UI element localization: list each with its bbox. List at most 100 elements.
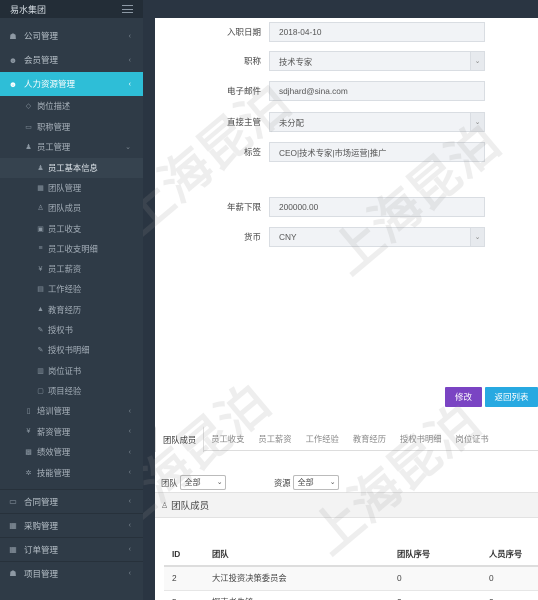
sidebar-sub-salary[interactable]: ¥ 薪资管理 ‹ — [0, 422, 143, 443]
list-icon: ≡ — [38, 245, 43, 253]
cart-icon: ▦ — [9, 545, 17, 555]
title-select[interactable]: 技术专家 ⌄ — [269, 51, 485, 71]
sidebar-authorization-detail[interactable]: ✎ 授权书明细 — [0, 340, 143, 360]
sidebar-item-label: 人力资源管理 — [24, 79, 76, 89]
back-to-list-button[interactable]: 返回列表 — [485, 387, 538, 407]
main-content: 入职日期 2018-04-10 职称 技术专家 ⌄ 电子邮件 sdjhard@si… — [143, 0, 538, 600]
title-row: 职称 技术专家 ⌄ — [155, 51, 538, 71]
sidebar-education[interactable]: ▲ 教育经历 — [0, 300, 143, 320]
tags-label: 标签 — [243, 147, 261, 157]
menu-toggle-icon[interactable] — [122, 5, 133, 13]
sidebar-sub-title[interactable]: ▭ 职称管理 — [0, 117, 143, 138]
resource-filter: 资源 全部 ⌄ — [274, 475, 339, 490]
tab-work-experience[interactable]: 工作经验 — [299, 426, 346, 451]
currency-row: 货币 CNY ⌄ — [155, 227, 538, 247]
users-icon: ☻ — [8, 55, 18, 65]
sidebar-item-contracts[interactable]: ▭ 合同管理 ‹ — [0, 489, 143, 513]
cell-id: 2 — [164, 565, 204, 590]
cog-icon: ✲ — [25, 469, 32, 477]
sidebar-item-label: 技能管理 — [37, 467, 71, 478]
sidebar-employee-basic[interactable]: ♟ 员工基本信息 — [0, 157, 143, 178]
sidebar-item-label: 会员管理 — [24, 55, 59, 65]
sidebar-employee-salary[interactable]: ¥ 员工薪资 — [0, 259, 143, 279]
chevron-left-icon: ‹ — [128, 498, 131, 506]
tab-authorization-detail[interactable]: 授权书明细 — [393, 426, 449, 451]
salary-floor-field[interactable]: 200000.00 — [269, 197, 485, 217]
cell-team-seq: 2 — [389, 589, 481, 600]
sidebar-team-members[interactable]: ♙ 团队成员 — [0, 198, 143, 218]
tab-team-members[interactable]: 团队成员 — [155, 426, 205, 452]
sidebar-item-label: 员工管理 — [37, 142, 71, 153]
folder-icon: ☗ — [9, 569, 17, 579]
supervisor-label: 直接主管 — [226, 117, 261, 127]
graduation-icon: ▲ — [37, 306, 44, 314]
column-header-member-seq[interactable]: 人员序号 — [481, 542, 538, 567]
file-icon: ▭ — [9, 497, 17, 507]
team-filter-label: 团队 — [161, 477, 178, 488]
sitemap-icon: ☗ — [9, 31, 17, 41]
resource-filter-label: 资源 — [274, 477, 291, 488]
column-header-team-seq[interactable]: 团队序号 — [389, 542, 481, 567]
brand-title: 易水集团 — [10, 4, 47, 15]
column-header-team[interactable]: 团队 — [204, 542, 389, 567]
sidebar-item-label: 员工收支明细 — [48, 243, 98, 254]
sidebar-position-cert[interactable]: ▥ 岗位证书 — [0, 360, 143, 380]
tab-position-cert[interactable]: 岗位证书 — [449, 426, 496, 451]
chevron-left-icon: ‹ — [128, 448, 131, 456]
currency-select-value: CNY — [279, 232, 297, 242]
sidebar-item-company[interactable]: ☗ 公司管理 ‹ — [0, 24, 143, 48]
chevron-left-icon: ‹ — [128, 546, 131, 554]
sidebar-item-projects[interactable]: ☗ 项目管理 ‹ — [0, 561, 143, 585]
tags-field[interactable]: CEO|技术专家|市场运营|推广 — [269, 142, 485, 162]
sidebar-item-hr[interactable]: ☻ 人力资源管理 ‹ — [0, 72, 143, 96]
table-row[interactable]: 5 探索者先锋 2 2 — [164, 589, 538, 600]
person-icon: ♙ — [37, 205, 44, 213]
sidebar-authorization[interactable]: ✎ 授权书 — [0, 320, 143, 340]
hire-date-label: 入职日期 — [226, 27, 261, 37]
sidebar-sub-employee[interactable]: ♟ 员工管理 ⌄ — [0, 137, 143, 158]
chevron-left-icon: ‹ — [128, 407, 131, 415]
sidebar-sub-skills[interactable]: ✲ 技能管理 ‹ — [0, 463, 143, 484]
sidebar-item-label: 员工收支 — [48, 223, 82, 234]
sidebar-item-orders[interactable]: ▦ 订单管理 ‹ — [0, 537, 143, 561]
cell-member-seq: 2 — [481, 589, 538, 600]
chart-icon: ▩ — [25, 449, 32, 457]
sidebar-work-experience[interactable]: ▤ 工作经验 — [0, 279, 143, 299]
resource-filter-value: 全部 — [297, 478, 314, 487]
section-title: 团队成员 — [171, 501, 210, 512]
column-header-id[interactable]: ID — [164, 542, 204, 567]
cart-icon: ▦ — [9, 521, 17, 531]
edit-button[interactable]: 修改 — [445, 387, 482, 407]
sidebar-item-purchasing[interactable]: ▦ 采购管理 ‹ — [0, 513, 143, 537]
sidebar-sub-training[interactable]: ▯ 培训管理 ‹ — [0, 401, 143, 422]
sidebar-sub-position[interactable]: ◇ 岗位描述 — [0, 96, 143, 117]
chevron-left-icon: ‹ — [128, 570, 131, 578]
user-icon: ♙ — [161, 500, 169, 510]
sidebar-employee-finance-detail[interactable]: ≡ 员工收支明细 — [0, 239, 143, 259]
team-filter-select[interactable]: 全部 ⌄ — [179, 475, 226, 490]
sidebar-project-experience[interactable]: ▢ 项目经验 — [0, 381, 143, 401]
sidebar-team-manage[interactable]: ▦ 团队管理 — [0, 178, 143, 198]
sidebar-item-label: 员工薪资 — [48, 264, 82, 275]
resource-filter-select[interactable]: 全部 ⌄ — [292, 475, 339, 490]
supervisor-select[interactable]: 未分配 ⌄ — [269, 112, 485, 132]
tab-education[interactable]: 教育经历 — [346, 426, 393, 451]
table-header-row: ID 团队 团队序号 人员序号 — [164, 542, 538, 567]
sidebar-item-label: 职称管理 — [37, 121, 71, 132]
sidebar-sub-performance[interactable]: ▩ 绩效管理 ‹ — [0, 442, 143, 463]
table-row[interactable]: 2 大江投资决策委员会 0 0 — [164, 565, 538, 590]
tab-employee-salary[interactable]: 员工薪资 — [251, 426, 298, 451]
hire-date-field[interactable]: 2018-04-10 — [269, 22, 485, 42]
salary-floor-label: 年薪下限 — [226, 202, 261, 212]
money-icon: ¥ — [26, 428, 31, 436]
tags-row: 标签 CEO|技术专家|市场运营|推广 — [155, 142, 538, 162]
currency-label: 货币 — [243, 232, 261, 242]
sidebar-item-members[interactable]: ☻ 会员管理 ‹ — [0, 48, 143, 72]
currency-select[interactable]: CNY ⌄ — [269, 227, 485, 247]
sidebar-employee-finance[interactable]: ▣ 员工收支 — [0, 218, 143, 238]
user-icon: ♟ — [37, 164, 44, 172]
tab-employee-finance[interactable]: 员工收支 — [204, 426, 251, 451]
cell-id: 5 — [164, 589, 204, 600]
chevron-left-icon: ‹ — [128, 469, 131, 477]
email-field[interactable]: sdjhard@sina.com — [269, 81, 485, 101]
